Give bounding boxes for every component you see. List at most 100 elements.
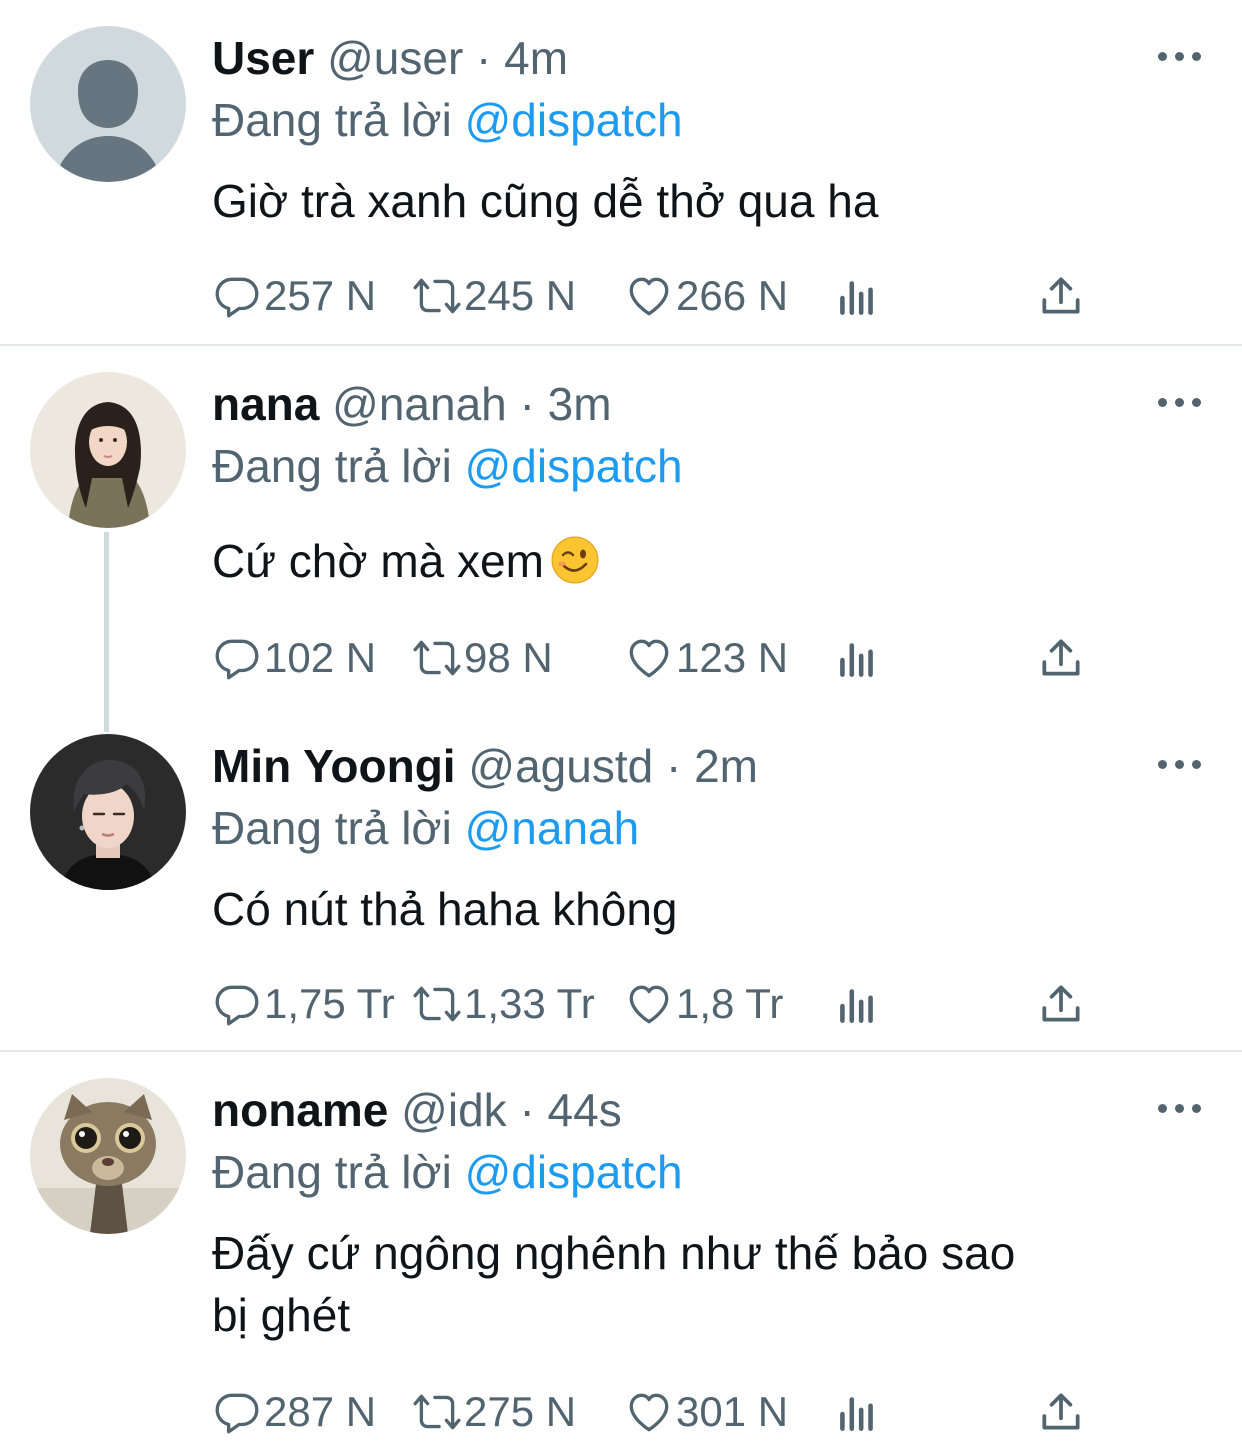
reply-count: 287 N [264, 1388, 377, 1435]
reply-button[interactable]: 1,75 Tr [212, 978, 395, 1030]
heart-icon [629, 639, 669, 678]
views-button[interactable] [832, 978, 882, 1030]
share-icon [1042, 985, 1080, 1022]
tweet[interactable]: Min Yoongi @agustd · 2m Đang trả lời @na… [0, 708, 1242, 1050]
tweet-header: Min Yoongi @agustd · 2m [212, 738, 758, 794]
heart-icon [629, 277, 669, 316]
more-icon[interactable] [1158, 46, 1202, 66]
display-name[interactable]: nana [212, 378, 319, 430]
separator: · [665, 740, 682, 792]
action-bar: 287 N 275 N 301 N [212, 1386, 1112, 1438]
like-button[interactable]: 123 N [624, 632, 788, 684]
reply-button[interactable]: 102 N [212, 632, 376, 684]
timestamp[interactable]: 2m [694, 740, 758, 792]
reply-button[interactable]: 257 N [212, 270, 376, 322]
more-icon[interactable] [1158, 754, 1202, 774]
share-icon [1042, 1393, 1080, 1430]
tweet-text-line: bị ghét [212, 1289, 351, 1341]
like-button[interactable]: 1,8 Tr [624, 978, 783, 1030]
reply-count: 1,75 Tr [264, 980, 395, 1027]
tweet[interactable]: User @user · 4m Đang trả lời @dispatch G… [0, 0, 1242, 344]
timestamp[interactable]: 3m [548, 378, 612, 430]
timestamp[interactable]: 4m [504, 32, 568, 84]
reply-feed: User @user · 4m Đang trả lời @dispatch G… [0, 0, 1242, 1450]
handle[interactable]: @idk [401, 1084, 507, 1136]
views-button[interactable] [832, 1386, 882, 1438]
retweet-button[interactable]: 1,33 Tr [412, 978, 595, 1030]
more-icon[interactable] [1158, 1098, 1202, 1118]
views-icon [840, 281, 873, 315]
avatar[interactable] [30, 26, 186, 182]
avatar[interactable] [30, 734, 186, 890]
views-icon [840, 643, 873, 677]
default-avatar-icon [30, 26, 186, 182]
mention-link[interactable]: @dispatch [465, 1146, 683, 1198]
tweet-text: Đấy cứ ngông nghênh như thế bảo sao bị g… [212, 1222, 1015, 1346]
timestamp[interactable]: 44s [548, 1084, 622, 1136]
reply-icon [215, 277, 259, 318]
replying-to: Đang trả lời @dispatch [212, 438, 683, 494]
heart-icon [629, 1393, 669, 1432]
like-count: 123 N [676, 634, 789, 681]
replying-to: Đang trả lời @dispatch [212, 92, 683, 148]
reply-icon [215, 639, 259, 680]
retweet-button[interactable]: 98 N [412, 632, 553, 684]
avatar[interactable] [30, 372, 186, 528]
like-button[interactable]: 301 N [624, 1386, 788, 1438]
tweet-text-line: Cứ chờ mà xem [212, 535, 544, 587]
tweet-header: noname @idk · 44s [212, 1082, 622, 1138]
like-count: 266 N [676, 272, 789, 319]
share-button[interactable] [1036, 632, 1086, 684]
action-bar: 102 N 98 N 123 N [212, 632, 1112, 684]
retweet-count: 1,33 Tr [464, 980, 595, 1027]
handle[interactable]: @agustd [468, 740, 653, 792]
share-icon [1042, 277, 1080, 314]
share-button[interactable] [1036, 270, 1086, 322]
more-icon[interactable] [1158, 392, 1202, 412]
reply-button[interactable]: 287 N [212, 1386, 376, 1438]
heart-icon [629, 985, 669, 1024]
retweet-button[interactable]: 275 N [412, 1386, 576, 1438]
avatar[interactable] [30, 1078, 186, 1234]
like-count: 1,8 Tr [676, 980, 784, 1027]
reply-icon [215, 985, 259, 1026]
replying-to-label: Đang trả lời [212, 802, 452, 854]
mention-link[interactable]: @nanah [465, 802, 640, 854]
mention-link[interactable]: @dispatch [465, 94, 683, 146]
girl-avatar-photo [30, 372, 186, 528]
share-button[interactable] [1036, 1386, 1086, 1438]
man-avatar-photo [30, 734, 186, 890]
tweet[interactable]: noname @idk · 44s Đang trả lời @dispatch… [0, 1052, 1242, 1450]
separator: · [476, 32, 492, 84]
display-name[interactable]: noname [212, 1084, 388, 1136]
tweet-text-line: Có nút thả haha không [212, 883, 678, 935]
mention-link[interactable]: @dispatch [465, 440, 683, 492]
share-button[interactable] [1036, 978, 1086, 1030]
share-icon [1042, 639, 1080, 676]
like-button[interactable]: 266 N [624, 270, 788, 322]
retweet-icon [413, 640, 461, 676]
retweet-icon [413, 1394, 461, 1430]
tweet-text: Giờ trà xanh cũng dễ thở qua ha [212, 170, 878, 232]
views-button[interactable] [832, 270, 882, 322]
separator: · [519, 1084, 535, 1136]
reply-icon [215, 1393, 259, 1434]
views-button[interactable] [832, 632, 882, 684]
action-bar: 1,75 Tr 1,33 Tr 1,8 Tr [212, 978, 1112, 1030]
reply-count: 102 N [264, 634, 377, 681]
handle[interactable]: @nanah [332, 378, 507, 430]
replying-to: Đang trả lời @dispatch [212, 1144, 683, 1200]
handle[interactable]: @user [327, 32, 463, 84]
views-icon [840, 989, 873, 1023]
display-name[interactable]: User [212, 32, 314, 84]
retweet-icon [413, 278, 461, 314]
retweet-button[interactable]: 245 N [412, 270, 576, 322]
like-count: 301 N [676, 1388, 789, 1435]
retweet-icon [413, 986, 461, 1022]
display-name[interactable]: Min Yoongi [212, 740, 456, 792]
winking-face-emoji [551, 536, 599, 584]
tweet-text-line: Đấy cứ ngông nghênh như thế bảo sao [212, 1227, 1016, 1279]
replying-to-label: Đang trả lời [212, 1146, 452, 1198]
tweet[interactable]: nana @nanah · 3m Đang trả lời @dispatch … [0, 346, 1242, 708]
views-icon [840, 1397, 873, 1431]
